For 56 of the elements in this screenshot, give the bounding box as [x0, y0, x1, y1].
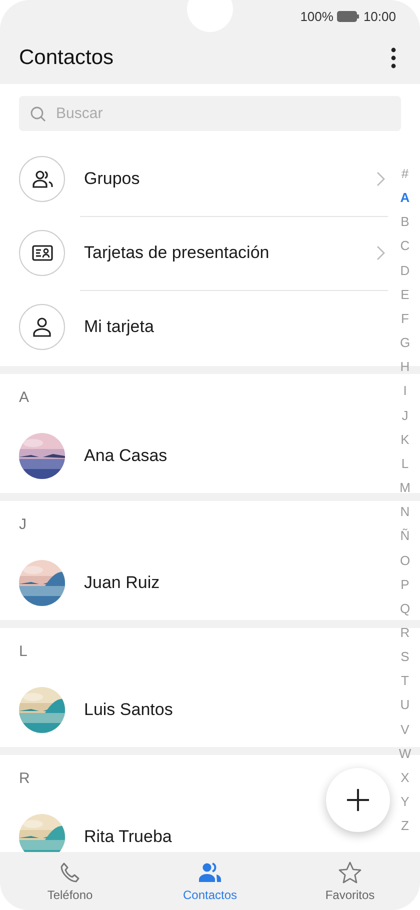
index-letter[interactable]: Ñ: [400, 524, 410, 548]
index-letter[interactable]: Y: [400, 790, 410, 814]
index-letter[interactable]: K: [400, 428, 410, 452]
index-letter[interactable]: J: [402, 404, 408, 428]
index-letter[interactable]: E: [400, 282, 410, 307]
section-letter: A: [19, 388, 30, 406]
index-letter[interactable]: P: [400, 572, 410, 597]
section-letter: L: [19, 642, 28, 660]
index-letter[interactable]: B: [400, 210, 410, 234]
index-letter[interactable]: X: [400, 766, 410, 790]
contact-name[interactable]: Rita Trueba: [84, 826, 172, 846]
index-letter[interactable]: V: [400, 718, 410, 742]
index-letter[interactable]: R: [400, 620, 410, 646]
menu-item[interactable]: Tarjetas de presentación: [0, 216, 394, 290]
index-letter[interactable]: M: [400, 476, 410, 500]
index-letter[interactable]: I: [403, 379, 407, 404]
plus-icon: [347, 789, 369, 811]
index-letter[interactable]: N: [400, 500, 410, 524]
index-letter[interactable]: F: [401, 306, 409, 332]
index-letter[interactable]: U: [400, 693, 410, 718]
contact-name[interactable]: Juan Ruiz: [84, 572, 160, 592]
section-letter: R: [19, 770, 30, 786]
nav-tab[interactable]: Favoritos: [280, 852, 420, 910]
menu-item[interactable]: Mi tarjeta: [0, 290, 394, 364]
index-letter[interactable]: Q: [400, 596, 410, 621]
nav-tab[interactable]: Teléfono: [0, 852, 140, 910]
battery-icon: [337, 10, 360, 22]
phone-icon: [58, 860, 82, 884]
person-icon: [31, 316, 53, 338]
index-letter[interactable]: A: [400, 186, 410, 210]
contact-name[interactable]: Luis Santos: [84, 700, 173, 720]
people-icon: [31, 168, 53, 190]
contact-name[interactable]: Ana Casas: [84, 446, 168, 466]
menu-item[interactable]: Grupos: [0, 142, 394, 216]
search-field[interactable]: Buscar: [19, 96, 401, 131]
index-letter[interactable]: L: [401, 452, 409, 476]
star-icon: [338, 860, 362, 884]
index-letter[interactable]: T: [401, 669, 409, 694]
index-letter[interactable]: W: [398, 742, 412, 766]
index-letter[interactable]: C: [400, 234, 410, 259]
more-icon: [391, 47, 396, 69]
battery-percent: 100%: [300, 8, 334, 24]
index-letter[interactable]: D: [400, 258, 410, 283]
people-icon: [198, 860, 222, 884]
clock: 10:00: [363, 8, 396, 24]
index-letter[interactable]: Z: [401, 814, 409, 838]
page-title: Contactos: [19, 46, 114, 70]
index-letter[interactable]: O: [400, 548, 410, 573]
section-letter: J: [19, 516, 26, 532]
add-contact-button[interactable]: [326, 768, 390, 832]
nav-tab[interactable]: Contactos: [140, 852, 280, 910]
index-letter[interactable]: S: [400, 645, 410, 670]
index-letter[interactable]: #: [401, 162, 409, 186]
index-letter[interactable]: H: [400, 355, 410, 380]
contact-card-icon: [31, 242, 53, 264]
index-letter[interactable]: G: [400, 331, 410, 356]
